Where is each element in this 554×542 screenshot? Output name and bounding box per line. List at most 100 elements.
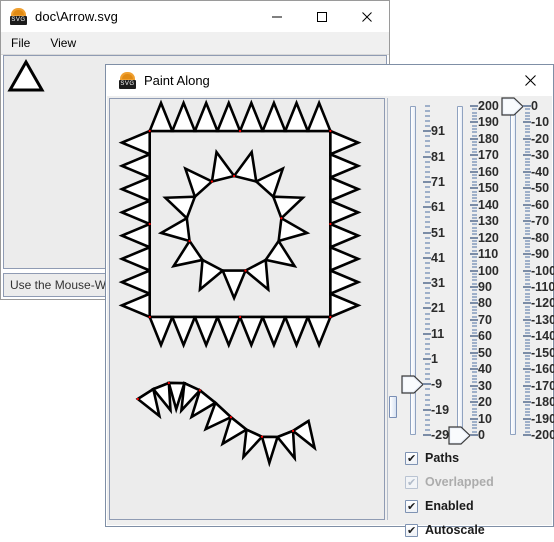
checkbox-enabled[interactable]: ✔ Enabled [405, 494, 474, 518]
slider-minor-tick [472, 404, 477, 407]
slider-minor-tick [472, 328, 477, 331]
checkbox-paths[interactable]: ✔ Paths [405, 446, 459, 470]
split-pane-grip[interactable] [389, 396, 397, 418]
slider-minor-tick [472, 114, 477, 117]
checkbox-autoscale-label: Autoscale [425, 523, 485, 537]
paint-along-titlebar[interactable]: SVG Paint Along [106, 65, 553, 96]
slider-major-tick [523, 121, 531, 124]
slider-minor-tick [472, 410, 477, 413]
slider-minor-tick [425, 327, 430, 330]
slider-minor-tick [525, 160, 530, 163]
slider-minor-tick [525, 355, 530, 358]
slider-two-thumb[interactable] [448, 425, 472, 445]
slider-three[interactable]: 0 -10 -20 -30 -40 -50 -60 -70 -80 -90 -100 -110 -120… [497, 96, 554, 443]
slider-minor-tick [425, 277, 430, 280]
slider-one-track-wrap[interactable] [401, 106, 424, 435]
slider-minor-tick [472, 160, 477, 163]
slider-three-track[interactable] [510, 106, 516, 435]
slider-tick-label: -9 [431, 377, 443, 392]
slider-minor-tick [525, 216, 530, 219]
slider-tick-label: -140 [531, 329, 554, 344]
paint-along-window[interactable]: SVG Paint Along 91 81 71 61 51 41 31 21 … [105, 64, 554, 537]
slider-minor-tick [525, 295, 530, 298]
slider-major-tick [423, 434, 431, 436]
checkmark-glyph: ✔ [407, 475, 417, 489]
slider-minor-tick [472, 325, 477, 328]
slider-major-tick [470, 187, 478, 190]
slider-minor-tick [425, 165, 430, 168]
slider-minor-tick [472, 206, 477, 209]
maximize-button[interactable] [299, 1, 344, 32]
slider-tick-label: -70 [531, 214, 550, 229]
paint-canvas[interactable] [109, 98, 385, 520]
background-window-titlebar[interactable]: SVG doc\Arrow.svg [1, 1, 389, 32]
slider-minor-tick [472, 289, 477, 292]
slider-minor-tick [472, 193, 477, 196]
slider-minor-tick [472, 108, 477, 111]
slider-minor-tick [525, 183, 530, 186]
checkbox-enabled-label: Enabled [425, 499, 474, 513]
slider-minor-tick [525, 164, 530, 167]
slider-minor-tick [525, 177, 530, 180]
slider-two[interactable]: 200 190 180 170 160 150 140 130 120 110 100 90 80 70 6… [444, 98, 499, 445]
close-button[interactable] [344, 1, 389, 32]
slider-minor-tick [472, 279, 477, 282]
slider-minor-tick [472, 371, 477, 374]
slider-minor-tick [525, 249, 530, 252]
slider-minor-tick [525, 387, 530, 390]
slider-minor-tick [525, 193, 530, 196]
slider-major-tick [523, 253, 531, 256]
slider-major-tick [470, 318, 478, 321]
slider-two-track-wrap[interactable] [448, 106, 471, 445]
triangle-shape [7, 58, 45, 92]
slider-minor-tick [425, 393, 430, 396]
slider-minor-tick [472, 233, 477, 236]
slider-minor-tick [472, 315, 477, 318]
slider-tick-label: -180 [531, 395, 554, 410]
slider-major-tick [523, 170, 531, 173]
checkmark-icon[interactable]: ✔ [405, 499, 418, 513]
paint-along-body: 91 81 71 61 51 41 31 21 11 1 -9 -19 -29 200 190 180 170… [107, 96, 554, 537]
slider-minor-tick [425, 428, 430, 431]
slider-major-tick [523, 105, 531, 107]
slider-major-tick [423, 256, 431, 259]
slider-two-track[interactable] [457, 106, 463, 435]
slider-major-tick [470, 368, 478, 371]
slider-minor-tick [425, 342, 430, 345]
paint-canvas-drawing [110, 99, 384, 519]
slider-three-track-wrap[interactable] [501, 96, 524, 435]
checkbox-autoscale[interactable]: ✔ Autoscale [405, 518, 485, 542]
split-pane-divider[interactable] [387, 98, 397, 520]
checkmark-icon: ✔ [405, 475, 418, 489]
slider-minor-tick [472, 358, 477, 361]
slider-minor-tick [525, 315, 530, 318]
slider-minor-tick [472, 183, 477, 186]
svg-icon-plate-text: SVG [10, 16, 27, 25]
slider-minor-tick [425, 221, 430, 224]
slider-one-thumb[interactable] [401, 375, 425, 394]
slider-minor-tick [525, 325, 530, 328]
slider-minor-tick [472, 111, 477, 114]
slider-minor-tick [472, 381, 477, 384]
close-button[interactable] [508, 65, 553, 96]
minimize-button[interactable] [254, 1, 299, 32]
menu-item-file[interactable]: File [1, 32, 40, 54]
slider-minor-tick [472, 147, 477, 150]
checkmark-icon[interactable]: ✔ [405, 451, 418, 465]
menu-item-view[interactable]: View [40, 32, 86, 54]
slider-three-thumb[interactable] [501, 96, 525, 116]
slider-major-tick [523, 285, 531, 288]
slider-major-tick [470, 253, 478, 256]
slider-minor-tick [425, 297, 430, 300]
checkmark-icon[interactable]: ✔ [405, 523, 418, 537]
slider-major-tick [423, 332, 431, 335]
checkmark-glyph: ✔ [407, 499, 417, 513]
slider-minor-tick [525, 147, 530, 150]
status-text: Use the Mouse-W [10, 278, 107, 292]
slider-major-tick [470, 105, 478, 107]
slider-minor-tick [472, 226, 477, 229]
close-icon [525, 75, 536, 86]
slider-major-tick [523, 187, 531, 190]
slider-minor-tick [425, 241, 430, 244]
slider-major-tick [470, 170, 478, 173]
